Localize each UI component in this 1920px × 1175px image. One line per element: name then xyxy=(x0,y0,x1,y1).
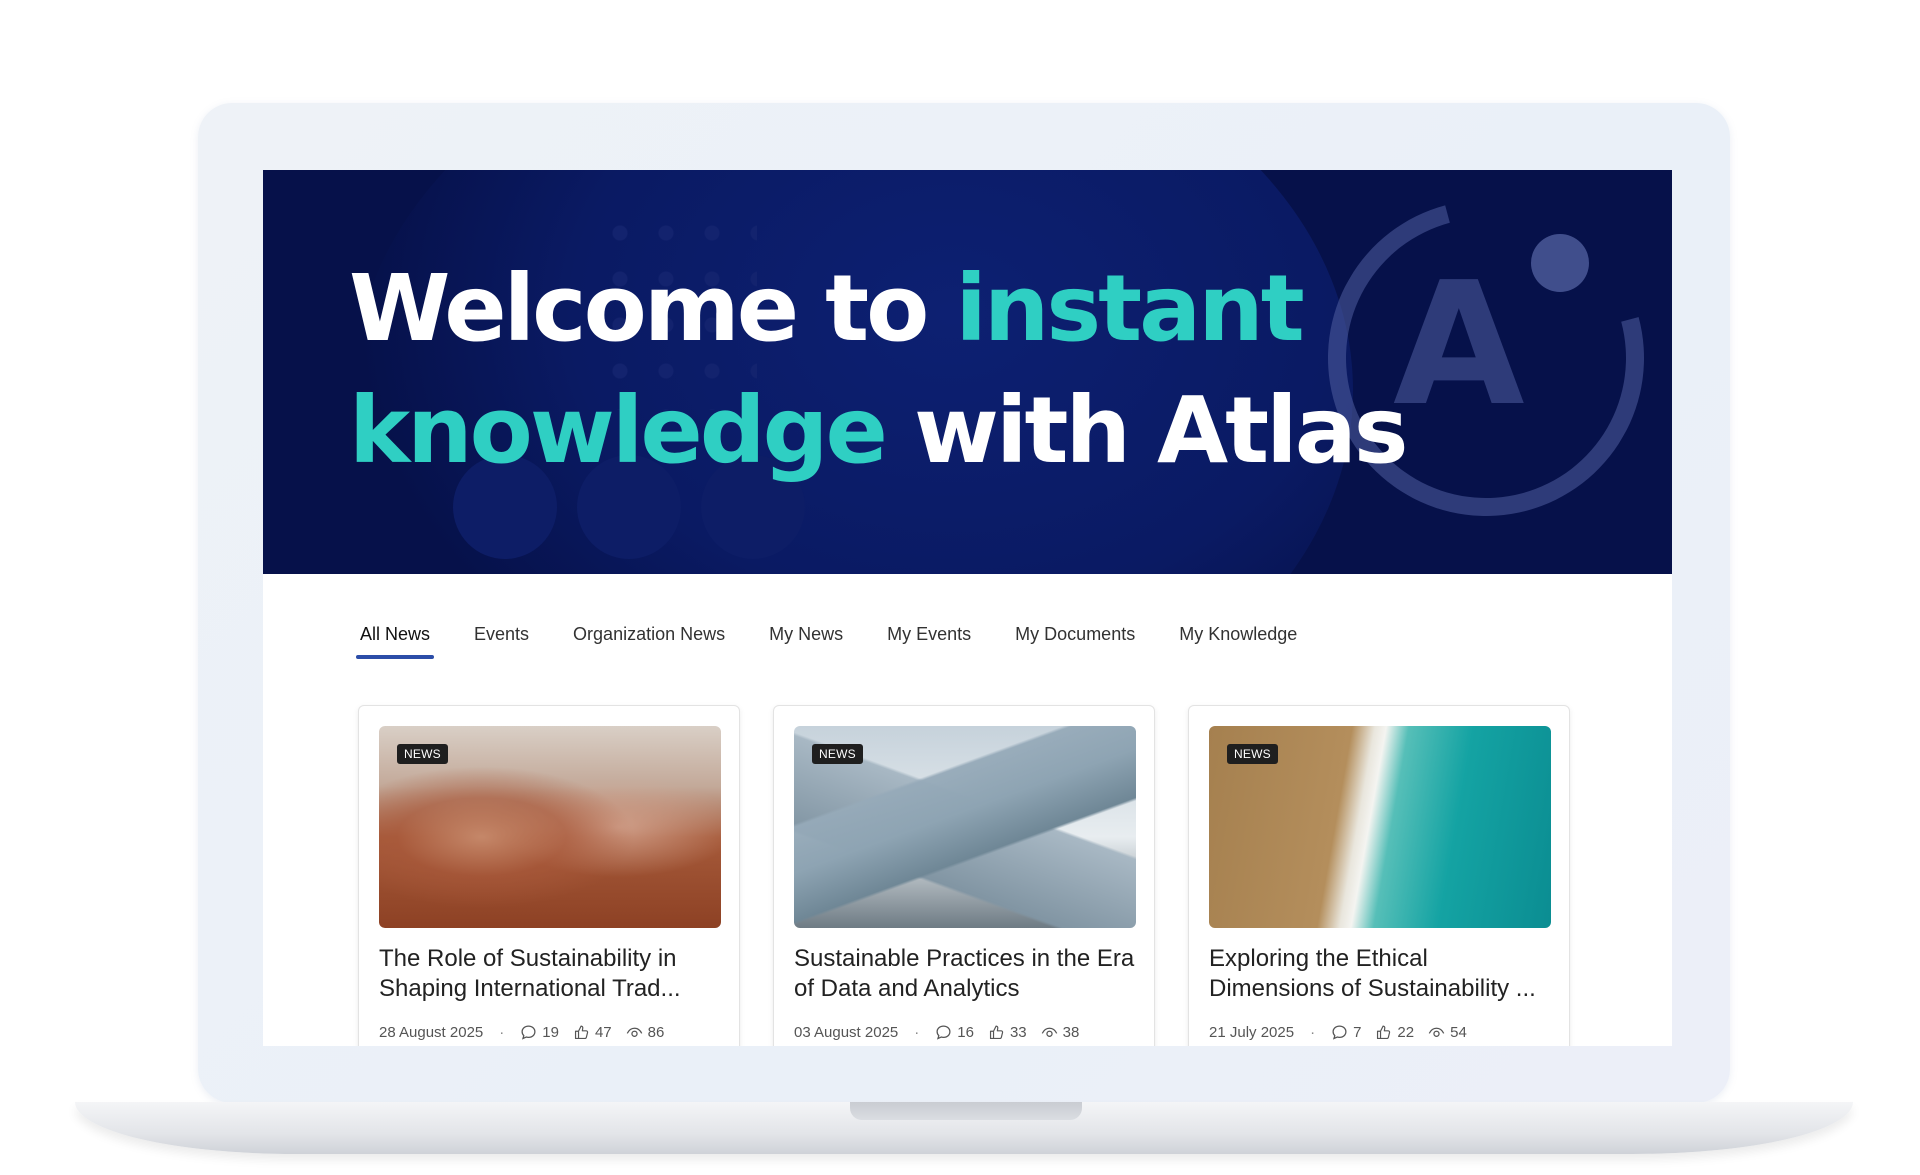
news-card-date: 21 July 2025 xyxy=(1209,1024,1295,1041)
news-card-title[interactable]: Exploring the Ethical Dimensions of Sust… xyxy=(1209,944,1554,1004)
hero-title-accent2: knowledge xyxy=(349,377,888,484)
news-card-date: 28 August 2025 xyxy=(379,1024,484,1041)
views-count: 86 xyxy=(647,1024,665,1041)
views-count: 54 xyxy=(1450,1024,1467,1041)
views-stat: 38 xyxy=(1041,1024,1080,1041)
thumbs-up-icon xyxy=(574,1025,589,1040)
news-badge: NEWS xyxy=(397,744,448,764)
news-badge: NEWS xyxy=(1227,744,1278,764)
atlas-logo-dot xyxy=(1531,234,1589,292)
comments-stat[interactable]: 7 xyxy=(1331,1024,1361,1041)
laptop-screen: A Welcome to instant knowledge with Atlas… xyxy=(263,170,1672,1046)
comments-count: 19 xyxy=(542,1024,559,1041)
comments-count: 7 xyxy=(1353,1024,1362,1041)
views-stat: 86 xyxy=(626,1024,665,1041)
tab-events[interactable]: Events xyxy=(472,620,531,659)
comment-icon xyxy=(521,1025,536,1040)
comments-stat[interactable]: 19 xyxy=(520,1024,559,1041)
news-card-meta: 21 July 2025 · 7 22 54 xyxy=(1209,1024,1473,1041)
eye-icon xyxy=(1041,1027,1057,1037)
eye-icon xyxy=(626,1027,642,1037)
views-count: 38 xyxy=(1062,1024,1080,1041)
news-card-image[interactable]: NEWS xyxy=(1209,726,1551,928)
news-card-list: NEWS The Role of Sustainability in Shapi… xyxy=(358,705,1570,1046)
meta-separator: · xyxy=(499,1024,505,1041)
comment-icon xyxy=(936,1025,951,1040)
hero-title: Welcome to instant knowledge with Atlas xyxy=(349,248,1449,492)
tab-all-news[interactable]: All News xyxy=(355,620,435,659)
likes-count: 22 xyxy=(1397,1024,1415,1041)
news-card-title[interactable]: Sustainable Practices in the Era of Data… xyxy=(794,944,1139,1004)
news-card-image[interactable]: NEWS xyxy=(379,726,721,928)
tab-my-knowledge[interactable]: My Knowledge xyxy=(1177,620,1299,659)
hero-banner: A Welcome to instant knowledge with Atlas xyxy=(263,170,1672,574)
comment-icon xyxy=(1332,1025,1347,1040)
thumbs-up-icon xyxy=(989,1025,1004,1040)
likes-count: 33 xyxy=(1009,1024,1027,1041)
comments-stat[interactable]: 16 xyxy=(935,1024,974,1041)
tab-my-events[interactable]: My Events xyxy=(885,620,973,659)
thumbs-up-icon xyxy=(1377,1025,1391,1040)
news-card-title[interactable]: The Role of Sustainability in Shaping In… xyxy=(379,944,724,1004)
news-card-image[interactable]: NEWS xyxy=(794,726,1136,928)
news-badge: NEWS xyxy=(812,744,863,764)
likes-stat[interactable]: 47 xyxy=(573,1024,612,1041)
news-card-meta: 03 August 2025 · 16 33 38 xyxy=(794,1024,1085,1041)
eye-icon xyxy=(1428,1027,1445,1037)
likes-count: 47 xyxy=(594,1024,612,1041)
tab-my-documents[interactable]: My Documents xyxy=(1013,620,1137,659)
comments-count: 16 xyxy=(957,1024,974,1041)
tab-organization-news[interactable]: Organization News xyxy=(571,620,727,659)
meta-separator: · xyxy=(1310,1024,1316,1041)
news-card-date: 03 August 2025 xyxy=(794,1024,899,1041)
news-card[interactable]: NEWS The Role of Sustainability in Shapi… xyxy=(358,705,740,1046)
views-stat: 54 xyxy=(1428,1024,1467,1041)
likes-stat[interactable]: 22 xyxy=(1375,1024,1414,1041)
tab-my-news[interactable]: My News xyxy=(767,620,845,659)
hero-title-accent1: instant xyxy=(955,255,1304,362)
news-card[interactable]: NEWS Exploring the Ethical Dimensions of… xyxy=(1188,705,1570,1046)
news-tabs: All News Events Organization News My New… xyxy=(355,620,1299,659)
hero-title-part1: Welcome to xyxy=(349,255,956,362)
laptop-notch xyxy=(850,1102,1082,1120)
news-card-meta: 28 August 2025 · 19 47 86 xyxy=(379,1024,670,1041)
likes-stat[interactable]: 33 xyxy=(988,1024,1027,1041)
news-card[interactable]: NEWS Sustainable Practices in the Era of… xyxy=(773,705,1155,1046)
meta-separator: · xyxy=(914,1024,920,1041)
hero-title-part2: with Atlas xyxy=(884,377,1409,484)
